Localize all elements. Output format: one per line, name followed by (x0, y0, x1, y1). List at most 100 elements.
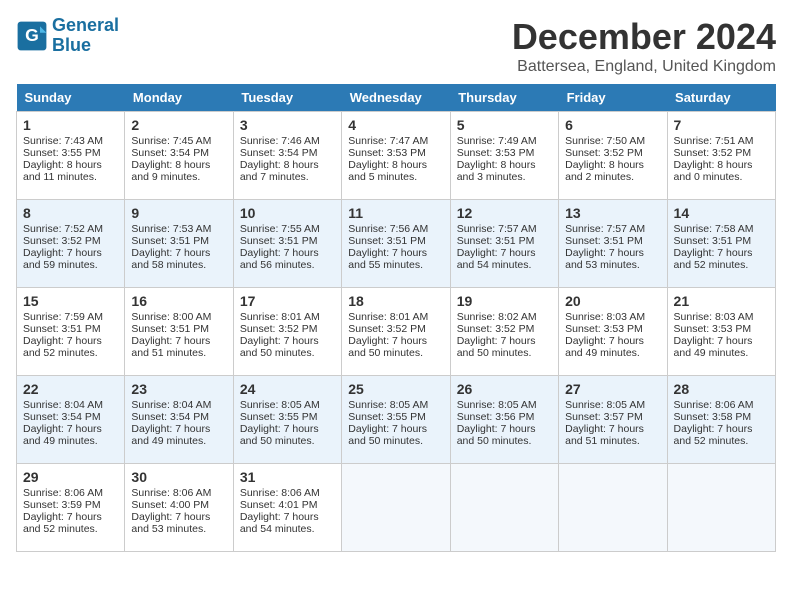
calendar-cell: 5Sunrise: 7:49 AMSunset: 3:53 PMDaylight… (450, 112, 558, 200)
calendar-cell: 25Sunrise: 8:05 AMSunset: 3:55 PMDayligh… (342, 376, 450, 464)
sunrise-text: Sunrise: 7:53 AM (131, 223, 226, 235)
calendar-cell: 16Sunrise: 8:00 AMSunset: 3:51 PMDayligh… (125, 288, 233, 376)
sunrise-text: Sunrise: 7:57 AM (457, 223, 552, 235)
week-row: 29Sunrise: 8:06 AMSunset: 3:59 PMDayligh… (17, 464, 776, 552)
day-number: 13 (565, 205, 660, 221)
week-row: 1Sunrise: 7:43 AMSunset: 3:55 PMDaylight… (17, 112, 776, 200)
sunrise-text: Sunrise: 7:43 AM (23, 135, 118, 147)
daylight-text: Daylight: 7 hours and 54 minutes. (457, 247, 552, 271)
sunrise-text: Sunrise: 7:55 AM (240, 223, 335, 235)
day-number: 25 (348, 381, 443, 397)
day-number: 16 (131, 293, 226, 309)
week-row: 15Sunrise: 7:59 AMSunset: 3:51 PMDayligh… (17, 288, 776, 376)
daylight-text: Daylight: 7 hours and 53 minutes. (565, 247, 660, 271)
sunset-text: Sunset: 3:52 PM (23, 235, 118, 247)
calendar-table: Sunday Monday Tuesday Wednesday Thursday… (16, 84, 776, 552)
daylight-text: Daylight: 7 hours and 50 minutes. (240, 423, 335, 447)
month-title: December 2024 (512, 16, 776, 58)
daylight-text: Daylight: 8 hours and 0 minutes. (674, 159, 769, 183)
sunset-text: Sunset: 3:51 PM (131, 323, 226, 335)
sunrise-text: Sunrise: 8:05 AM (348, 399, 443, 411)
daylight-text: Daylight: 7 hours and 49 minutes. (23, 423, 118, 447)
day-number: 5 (457, 117, 552, 133)
calendar-cell: 14Sunrise: 7:58 AMSunset: 3:51 PMDayligh… (667, 200, 775, 288)
sunrise-text: Sunrise: 8:05 AM (565, 399, 660, 411)
sunset-text: Sunset: 3:51 PM (23, 323, 118, 335)
calendar-cell: 27Sunrise: 8:05 AMSunset: 3:57 PMDayligh… (559, 376, 667, 464)
page-header: G General Blue December 2024 Battersea, … (16, 16, 776, 76)
sunset-text: Sunset: 3:53 PM (674, 323, 769, 335)
daylight-text: Daylight: 7 hours and 54 minutes. (240, 511, 335, 535)
calendar-cell: 21Sunrise: 8:03 AMSunset: 3:53 PMDayligh… (667, 288, 775, 376)
col-saturday: Saturday (667, 84, 775, 112)
sunset-text: Sunset: 3:51 PM (348, 235, 443, 247)
logo-text: General Blue (52, 16, 119, 56)
day-number: 18 (348, 293, 443, 309)
day-number: 29 (23, 469, 118, 485)
daylight-text: Daylight: 7 hours and 49 minutes. (674, 335, 769, 359)
sunrise-text: Sunrise: 7:56 AM (348, 223, 443, 235)
sunset-text: Sunset: 3:51 PM (457, 235, 552, 247)
col-sunday: Sunday (17, 84, 125, 112)
daylight-text: Daylight: 7 hours and 50 minutes. (348, 423, 443, 447)
col-monday: Monday (125, 84, 233, 112)
day-number: 8 (23, 205, 118, 221)
daylight-text: Daylight: 8 hours and 3 minutes. (457, 159, 552, 183)
sunrise-text: Sunrise: 8:02 AM (457, 311, 552, 323)
sunrise-text: Sunrise: 8:01 AM (240, 311, 335, 323)
day-number: 24 (240, 381, 335, 397)
day-number: 9 (131, 205, 226, 221)
sunset-text: Sunset: 3:51 PM (131, 235, 226, 247)
col-wednesday: Wednesday (342, 84, 450, 112)
sunset-text: Sunset: 3:54 PM (131, 411, 226, 423)
daylight-text: Daylight: 7 hours and 49 minutes. (131, 423, 226, 447)
day-number: 1 (23, 117, 118, 133)
sunrise-text: Sunrise: 7:50 AM (565, 135, 660, 147)
location: Battersea, England, United Kingdom (512, 58, 776, 76)
sunrise-text: Sunrise: 8:06 AM (131, 487, 226, 499)
day-number: 20 (565, 293, 660, 309)
day-number: 6 (565, 117, 660, 133)
calendar-cell: 29Sunrise: 8:06 AMSunset: 3:59 PMDayligh… (17, 464, 125, 552)
daylight-text: Daylight: 7 hours and 51 minutes. (131, 335, 226, 359)
sunrise-text: Sunrise: 7:59 AM (23, 311, 118, 323)
sunrise-text: Sunrise: 8:03 AM (674, 311, 769, 323)
day-number: 12 (457, 205, 552, 221)
calendar-cell: 6Sunrise: 7:50 AMSunset: 3:52 PMDaylight… (559, 112, 667, 200)
calendar-cell: 24Sunrise: 8:05 AMSunset: 3:55 PMDayligh… (233, 376, 341, 464)
calendar-cell (450, 464, 558, 552)
calendar-cell: 15Sunrise: 7:59 AMSunset: 3:51 PMDayligh… (17, 288, 125, 376)
sunrise-text: Sunrise: 8:03 AM (565, 311, 660, 323)
day-number: 26 (457, 381, 552, 397)
calendar-cell: 2Sunrise: 7:45 AMSunset: 3:54 PMDaylight… (125, 112, 233, 200)
calendar-cell: 11Sunrise: 7:56 AMSunset: 3:51 PMDayligh… (342, 200, 450, 288)
calendar-cell: 17Sunrise: 8:01 AMSunset: 3:52 PMDayligh… (233, 288, 341, 376)
calendar-cell: 1 Sunrise: 7:43 AMSunset: 3:55 PMDaylight… (17, 112, 125, 200)
sunrise-text: Sunrise: 7:51 AM (674, 135, 769, 147)
sunset-text: Sunset: 3:51 PM (565, 235, 660, 247)
sunrise-text: Sunrise: 7:57 AM (565, 223, 660, 235)
sunset-text: Sunset: 3:53 PM (457, 147, 552, 159)
sunrise-text: Sunrise: 8:06 AM (674, 399, 769, 411)
calendar-cell: 4Sunrise: 7:47 AMSunset: 3:53 PMDaylight… (342, 112, 450, 200)
calendar-cell: 18Sunrise: 8:01 AMSunset: 3:52 PMDayligh… (342, 288, 450, 376)
daylight-text: Daylight: 8 hours and 2 minutes. (565, 159, 660, 183)
sunset-text: Sunset: 3:53 PM (565, 323, 660, 335)
week-row: 22Sunrise: 8:04 AMSunset: 3:54 PMDayligh… (17, 376, 776, 464)
day-number: 7 (674, 117, 769, 133)
sunset-text: Sunset: 3:55 PM (23, 147, 118, 159)
daylight-text: Daylight: 7 hours and 50 minutes. (348, 335, 443, 359)
sunset-text: Sunset: 3:57 PM (565, 411, 660, 423)
sunset-text: Sunset: 3:51 PM (674, 235, 769, 247)
daylight-text: Daylight: 8 hours and 11 minutes. (23, 159, 118, 183)
sunrise-text: Sunrise: 8:06 AM (240, 487, 335, 499)
sunset-text: Sunset: 3:52 PM (240, 323, 335, 335)
daylight-text: Daylight: 7 hours and 52 minutes. (23, 335, 118, 359)
day-number: 23 (131, 381, 226, 397)
sunrise-text: Sunrise: 8:05 AM (240, 399, 335, 411)
daylight-text: Daylight: 7 hours and 49 minutes. (565, 335, 660, 359)
daylight-text: Daylight: 8 hours and 9 minutes. (131, 159, 226, 183)
sunrise-text: Sunrise: 7:46 AM (240, 135, 335, 147)
day-number: 27 (565, 381, 660, 397)
sunrise-text: Sunrise: 7:45 AM (131, 135, 226, 147)
